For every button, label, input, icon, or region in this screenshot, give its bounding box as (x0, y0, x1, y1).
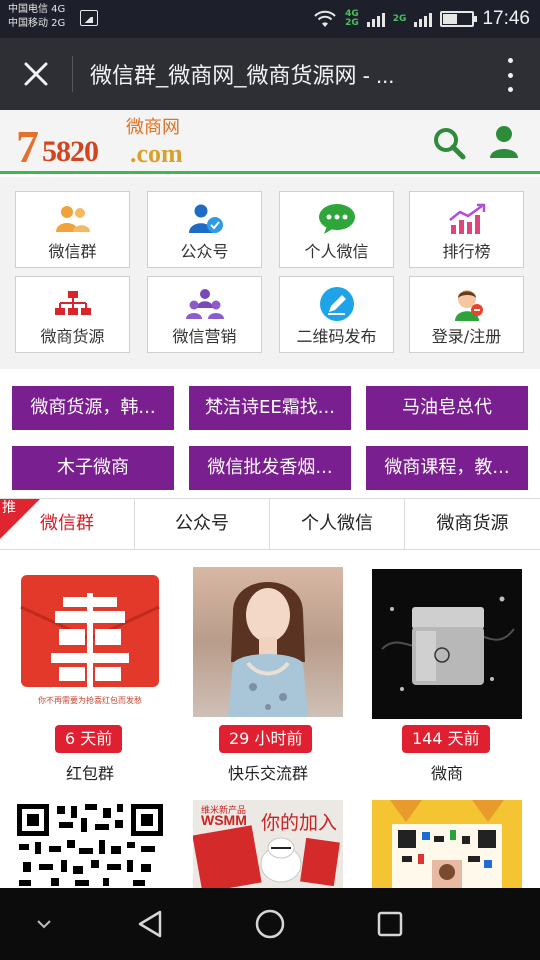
menu-item-login[interactable]: 登录/注册 (409, 276, 524, 353)
menu-label: 微商货源 (40, 327, 105, 346)
menu-label: 微信营销 (172, 327, 237, 346)
back-triangle-icon (138, 910, 162, 938)
org-chart-icon (54, 291, 91, 315)
tag-link-5[interactable]: 微信批发香烟... (189, 446, 351, 490)
menu-label: 排行榜 (442, 242, 491, 261)
search-icon[interactable] (432, 126, 466, 160)
ranking-chart-icon (448, 203, 485, 234)
menu-item-marketing[interactable]: 微信营销 (147, 276, 262, 353)
more-dot-icon (507, 87, 513, 92)
android-nav-bar (0, 888, 540, 960)
site-header: 7 5820 .com 微商网 (0, 110, 540, 174)
card-time-badge: 144 天前 (402, 725, 490, 753)
more-dot-icon (507, 72, 513, 78)
menu-item-personal-wechat[interactable]: 个人微信 (279, 191, 394, 268)
card-time-badge: 29 小时前 (219, 725, 313, 753)
card-time-badge: 6 天前 (55, 725, 123, 753)
more-menu-button[interactable] (504, 58, 516, 92)
recents-button[interactable] (370, 904, 410, 944)
back-button[interactable] (130, 904, 170, 944)
hide-keyboard-button[interactable] (24, 904, 64, 944)
tag-link-6[interactable]: 微商课程，教... (366, 446, 528, 490)
card-title[interactable]: 快乐交流群 (193, 760, 343, 784)
portrait-photo (228, 582, 308, 717)
people-marketing-icon (185, 289, 224, 319)
image-notification-icon (80, 10, 98, 26)
battery-icon (440, 11, 478, 27)
tab-official-account[interactable]: 公众号 (135, 499, 270, 549)
home-button[interactable] (250, 904, 290, 944)
tag-link-4[interactable]: 木子微商 (12, 446, 174, 490)
menu-item-ranking[interactable]: 排行榜 (409, 191, 524, 268)
status-indicators: 4G 2G 2G 17:46 (313, 6, 530, 32)
menu-item-official-account[interactable]: 公众号 (147, 191, 262, 268)
signal-icon (366, 11, 385, 27)
card-image-cat-qr[interactable] (372, 800, 522, 888)
tag-link-3[interactable]: 马油皂总代 (366, 386, 528, 430)
card-image-happy-chat[interactable] (193, 567, 343, 717)
close-button[interactable] (18, 56, 54, 92)
menu-item-supply[interactable]: 微商货源 (15, 276, 130, 353)
wechat-chat-icon (318, 204, 355, 234)
carrier-1: 中国电信 4G (8, 4, 66, 15)
close-icon (24, 62, 48, 86)
menu-label: 微信群 (48, 242, 97, 261)
signal-icon-2 (414, 11, 433, 27)
net-type-bottom: 2G (345, 18, 359, 28)
network-type-2: 2G (392, 13, 407, 24)
carrier-2: 中国移动 2G (8, 18, 66, 29)
logo-number: 5820 (42, 135, 99, 168)
logo-domain: .com (130, 139, 183, 168)
menu-label: 登录/注册 (431, 327, 502, 346)
site-logo[interactable]: 7 5820 .com 微商网 (16, 116, 206, 170)
logo-cn-name: 微商网 (126, 117, 180, 138)
card-image-caption: 你不再需要为抢喜红包而发愁 (38, 696, 142, 705)
recents-square-icon (377, 911, 403, 937)
tag-link-1[interactable]: 微商货源，韩... (12, 386, 174, 430)
status-bar: 中国电信 4G 中国移动 2G 4G 2G 2G 17:46 (0, 0, 540, 38)
menu-label: 个人微信 (304, 242, 369, 261)
card-image-wsmm[interactable]: 维米新产品 WSMM 你的加入 (193, 800, 343, 888)
cosmetic-jar-photo (381, 596, 515, 691)
login-user-icon (454, 290, 483, 321)
net-type-2: 2G (392, 13, 407, 24)
qr-publish-icon (319, 287, 354, 321)
card-image-red-packet[interactable]: 你不再需要为抢喜红包而发愁 (15, 567, 165, 717)
menu-item-qr-publish[interactable]: 二维码发布 (279, 276, 394, 353)
tab-wechat-group[interactable]: 微信群 (0, 499, 135, 549)
more-dot-icon (507, 58, 513, 63)
cat-qr-image (372, 800, 522, 888)
poster-slogan: 你的加入 (261, 812, 338, 834)
logo-seven: 7 (16, 121, 39, 172)
official-account-icon (188, 204, 223, 233)
home-circle-icon (255, 909, 285, 939)
menu-item-wechat-group[interactable]: 微信群 (15, 191, 130, 268)
card-title[interactable]: 微商 (372, 760, 522, 784)
page-title: 微信群_微商网_微商货源网 - ... (90, 63, 395, 88)
network-type: 4G 2G (345, 10, 359, 28)
menu-grid: 微信群 公众号 个人微信 排行榜 微商货源 微信营销 二维码发布 登录/注册 (0, 177, 540, 369)
wifi-icon (314, 10, 336, 27)
chevron-down-icon (37, 920, 51, 929)
user-icon[interactable] (487, 124, 521, 160)
menu-label: 二维码发布 (296, 327, 377, 346)
toolbar-divider (72, 56, 73, 92)
tag-link-2[interactable]: 梵洁诗EE霜找... (189, 386, 351, 430)
qr-code-image (17, 804, 163, 886)
group-icon (55, 206, 90, 232)
tab-supply[interactable]: 微商货源 (405, 499, 540, 549)
menu-label: 公众号 (180, 242, 229, 261)
browser-toolbar: 微信群_微商网_微商货源网 - ... (0, 38, 540, 110)
card-image-qr-code[interactable] (15, 800, 165, 888)
card-image-microbusiness[interactable] (372, 569, 522, 719)
status-time: 17:46 (482, 8, 530, 29)
poster-brand: WSMM (201, 812, 247, 828)
card-title[interactable]: 红包群 (15, 760, 165, 784)
tab-personal-wechat[interactable]: 个人微信 (270, 499, 405, 549)
carrier-info: 中国电信 4G 中国移动 2G (8, 3, 65, 31)
category-tabs: 推 微信群 公众号 个人微信 微商货源 (0, 498, 540, 550)
